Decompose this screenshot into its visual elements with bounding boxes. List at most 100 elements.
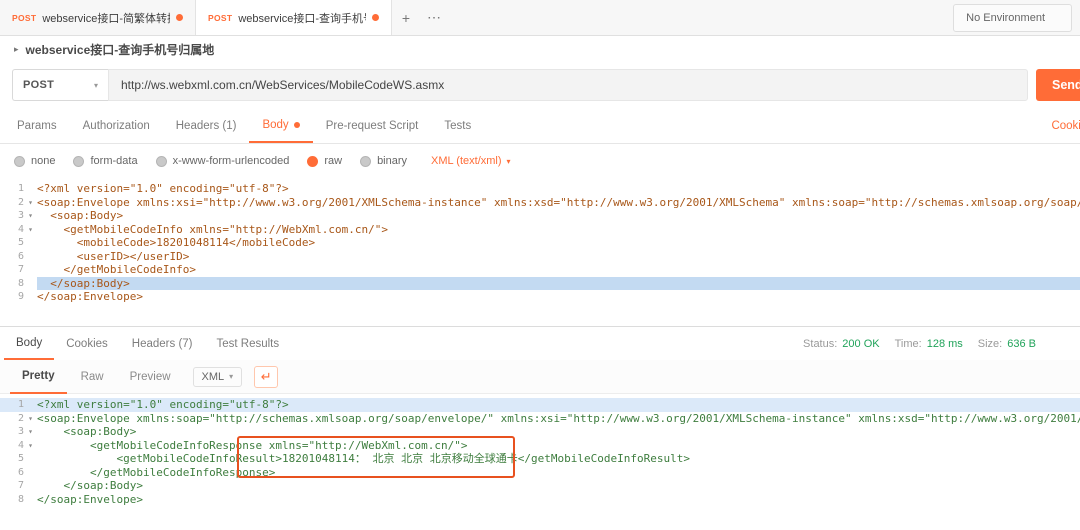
code-line: 8 </soap:Envelope>	[17, 492, 143, 507]
tab-tests[interactable]: Tests	[431, 108, 484, 143]
code-line: 2 ▾ <soap:Envelope xmlns:xsi="http://www.w…	[17, 195, 1080, 210]
radio-icon	[73, 155, 85, 167]
content-type-value: XML (text/xml)	[431, 155, 502, 167]
fold-indicator	[24, 263, 37, 277]
chevron-down-icon: ▾	[93, 80, 98, 90]
code-line: 1 <?xml version="1.0" encoding="utf-8"?>	[0, 398, 1080, 412]
response-tab-cookies[interactable]: Cookies	[54, 327, 120, 360]
mode-none[interactable]: none	[14, 155, 55, 167]
code-line: 8 </soap:Body>	[0, 276, 1080, 291]
radio-icon	[360, 155, 372, 167]
request-tab-2[interactable]: POST webservice接口-查询手机号归属	[196, 0, 392, 35]
response-tabs: Body Cookies Headers (7) Test Results St…	[0, 326, 1080, 360]
url-row: POST ▾ http://ws.webxml.com.cn/WebServic…	[0, 62, 1080, 108]
method-badge: POST	[208, 12, 233, 23]
code-line: 2 ▾ <soap:Envelope xmlns:soap="http://sche…	[17, 411, 1080, 426]
code-line: 1 <?xml version="1.0" encoding="utf-8"?>	[17, 182, 289, 196]
fold-indicator	[24, 290, 37, 304]
method-select[interactable]: POST ▾	[12, 69, 108, 101]
environment-selector[interactable]: No Environment	[953, 4, 1072, 32]
response-tab-test-results[interactable]: Test Results	[205, 327, 292, 360]
postman-window: POST webservice接口-简繁体转换 POST webservice接…	[0, 0, 1080, 530]
response-meta: Status: 200 OK Time: 128 ms Size: 636 B	[803, 327, 1046, 361]
tab-bar: POST webservice接口-简繁体转换 POST webservice接…	[0, 0, 1080, 36]
code-line: 5 <getMobileCodeInfoResult>18201048114： …	[17, 452, 690, 466]
view-pretty[interactable]: Pretty	[10, 360, 67, 394]
tab-params[interactable]: Params	[4, 108, 70, 143]
radio-selected-icon	[307, 155, 319, 167]
new-tab-button[interactable]: +	[392, 0, 420, 35]
view-raw[interactable]: Raw	[69, 361, 116, 393]
tab-body-label: Body	[262, 118, 289, 131]
response-view-toolbar: Pretty Raw Preview XML ▾ ↵	[0, 360, 1080, 394]
request-title-row: ▸ webservice接口-查询手机号归属地	[0, 36, 1080, 62]
send-button[interactable]: Send	[1036, 69, 1080, 101]
size-value: 636 B	[1007, 338, 1036, 350]
request-tabs: Params Authorization Headers (1) Body Pr…	[0, 108, 1080, 144]
mode-raw[interactable]: raw	[307, 155, 342, 167]
more-tabs-button[interactable]: ⋯	[420, 0, 448, 35]
body-mode-row: none form-data x-www-form-urlencoded raw…	[0, 144, 1080, 178]
code-line: 3 ▾ <soap:Body>	[17, 209, 124, 223]
method-badge: POST	[12, 12, 37, 23]
code-line: 6 <userID></userID>	[17, 249, 190, 264]
response-body-viewer[interactable]: 1 <?xml version="1.0" encoding="utf-8"?> …	[0, 394, 1080, 530]
response-format-select[interactable]: XML ▾	[192, 366, 243, 387]
format-value: XML	[201, 370, 225, 383]
method-value: POST	[23, 79, 55, 91]
fold-indicator	[24, 236, 37, 250]
code-line: 3 ▾ <soap:Body>	[17, 425, 137, 439]
tab-body[interactable]: Body	[249, 108, 313, 143]
fold-arrow-icon[interactable]: ▾	[24, 425, 37, 439]
fold-arrow-icon[interactable]: ▾	[24, 196, 37, 210]
size-label: Size:	[977, 338, 1003, 350]
fold-arrow-icon[interactable]: ▾	[24, 439, 37, 453]
request-body-editor[interactable]: 1 <?xml version="1.0" encoding="utf-8"?> …	[0, 178, 1080, 326]
unsaved-dot-icon	[176, 14, 183, 21]
fold-indicator	[24, 277, 37, 291]
mode-x-www-form-urlencoded[interactable]: x-www-form-urlencoded	[155, 155, 289, 167]
tab-authorization[interactable]: Authorization	[70, 108, 163, 143]
mode-binary[interactable]: binary	[360, 155, 407, 167]
fold-arrow-icon[interactable]: ▾	[24, 412, 37, 426]
fold-indicator	[24, 479, 37, 493]
response-tab-headers[interactable]: Headers (7)	[120, 327, 205, 360]
code-line: 7 </getMobileCodeInfo>	[17, 263, 196, 277]
mode-form-data[interactable]: form-data	[73, 155, 138, 167]
request-title: webservice接口-查询手机号归属地	[25, 42, 215, 57]
body-content-dot-icon	[293, 121, 300, 128]
view-preview[interactable]: Preview	[118, 361, 183, 393]
chevron-down-icon: ▾	[506, 156, 511, 166]
time-value: 128 ms	[926, 338, 963, 350]
chevron-down-icon: ▾	[229, 372, 234, 381]
wrap-text-icon[interactable]: ↵	[254, 365, 279, 388]
time-label: Time:	[894, 338, 922, 350]
code-line: 6 </getMobileCodeInfoResponse>	[17, 465, 276, 480]
response-tab-body[interactable]: Body	[4, 327, 55, 360]
request-tab-1[interactable]: POST webservice接口-简繁体转换	[0, 0, 196, 35]
fold-indicator	[24, 452, 37, 466]
code-line: 4 ▾ <getMobileCodeInfoResponse xmlns="htt…	[17, 438, 468, 453]
fold-indicator	[24, 398, 37, 412]
fold-indicator	[24, 182, 37, 196]
unsaved-dot-icon	[372, 14, 379, 21]
status-label: Status:	[803, 338, 838, 350]
code-line: 9 </soap:Envelope>	[17, 290, 143, 304]
status-value: 200 OK	[842, 338, 880, 350]
tab-headers[interactable]: Headers (1)	[163, 108, 250, 143]
tab-title: webservice接口-查询手机号归属	[238, 12, 366, 25]
fold-indicator	[24, 466, 37, 480]
content-type-select[interactable]: XML (text/xml) ▾	[431, 155, 511, 167]
url-input[interactable]: http://ws.webxml.com.cn/WebServices/Mobi…	[108, 69, 1028, 101]
collapse-arrow-icon[interactable]: ▸	[14, 44, 19, 55]
code-line: 4 ▾ <getMobileCodeInfo xmlns="http://WebX…	[17, 222, 388, 237]
code-line: 7 </soap:Body>	[17, 479, 143, 493]
tab-prerequest-script[interactable]: Pre-request Script	[313, 108, 432, 143]
fold-indicator	[24, 493, 37, 507]
fold-indicator	[24, 250, 37, 264]
fold-arrow-icon[interactable]: ▾	[24, 209, 37, 223]
radio-icon	[155, 155, 167, 167]
cookies-link[interactable]: Cookies	[1051, 108, 1080, 144]
code-line: 5 <mobileCode>18201048114</mobileCode>	[17, 236, 316, 250]
fold-arrow-icon[interactable]: ▾	[24, 223, 37, 237]
